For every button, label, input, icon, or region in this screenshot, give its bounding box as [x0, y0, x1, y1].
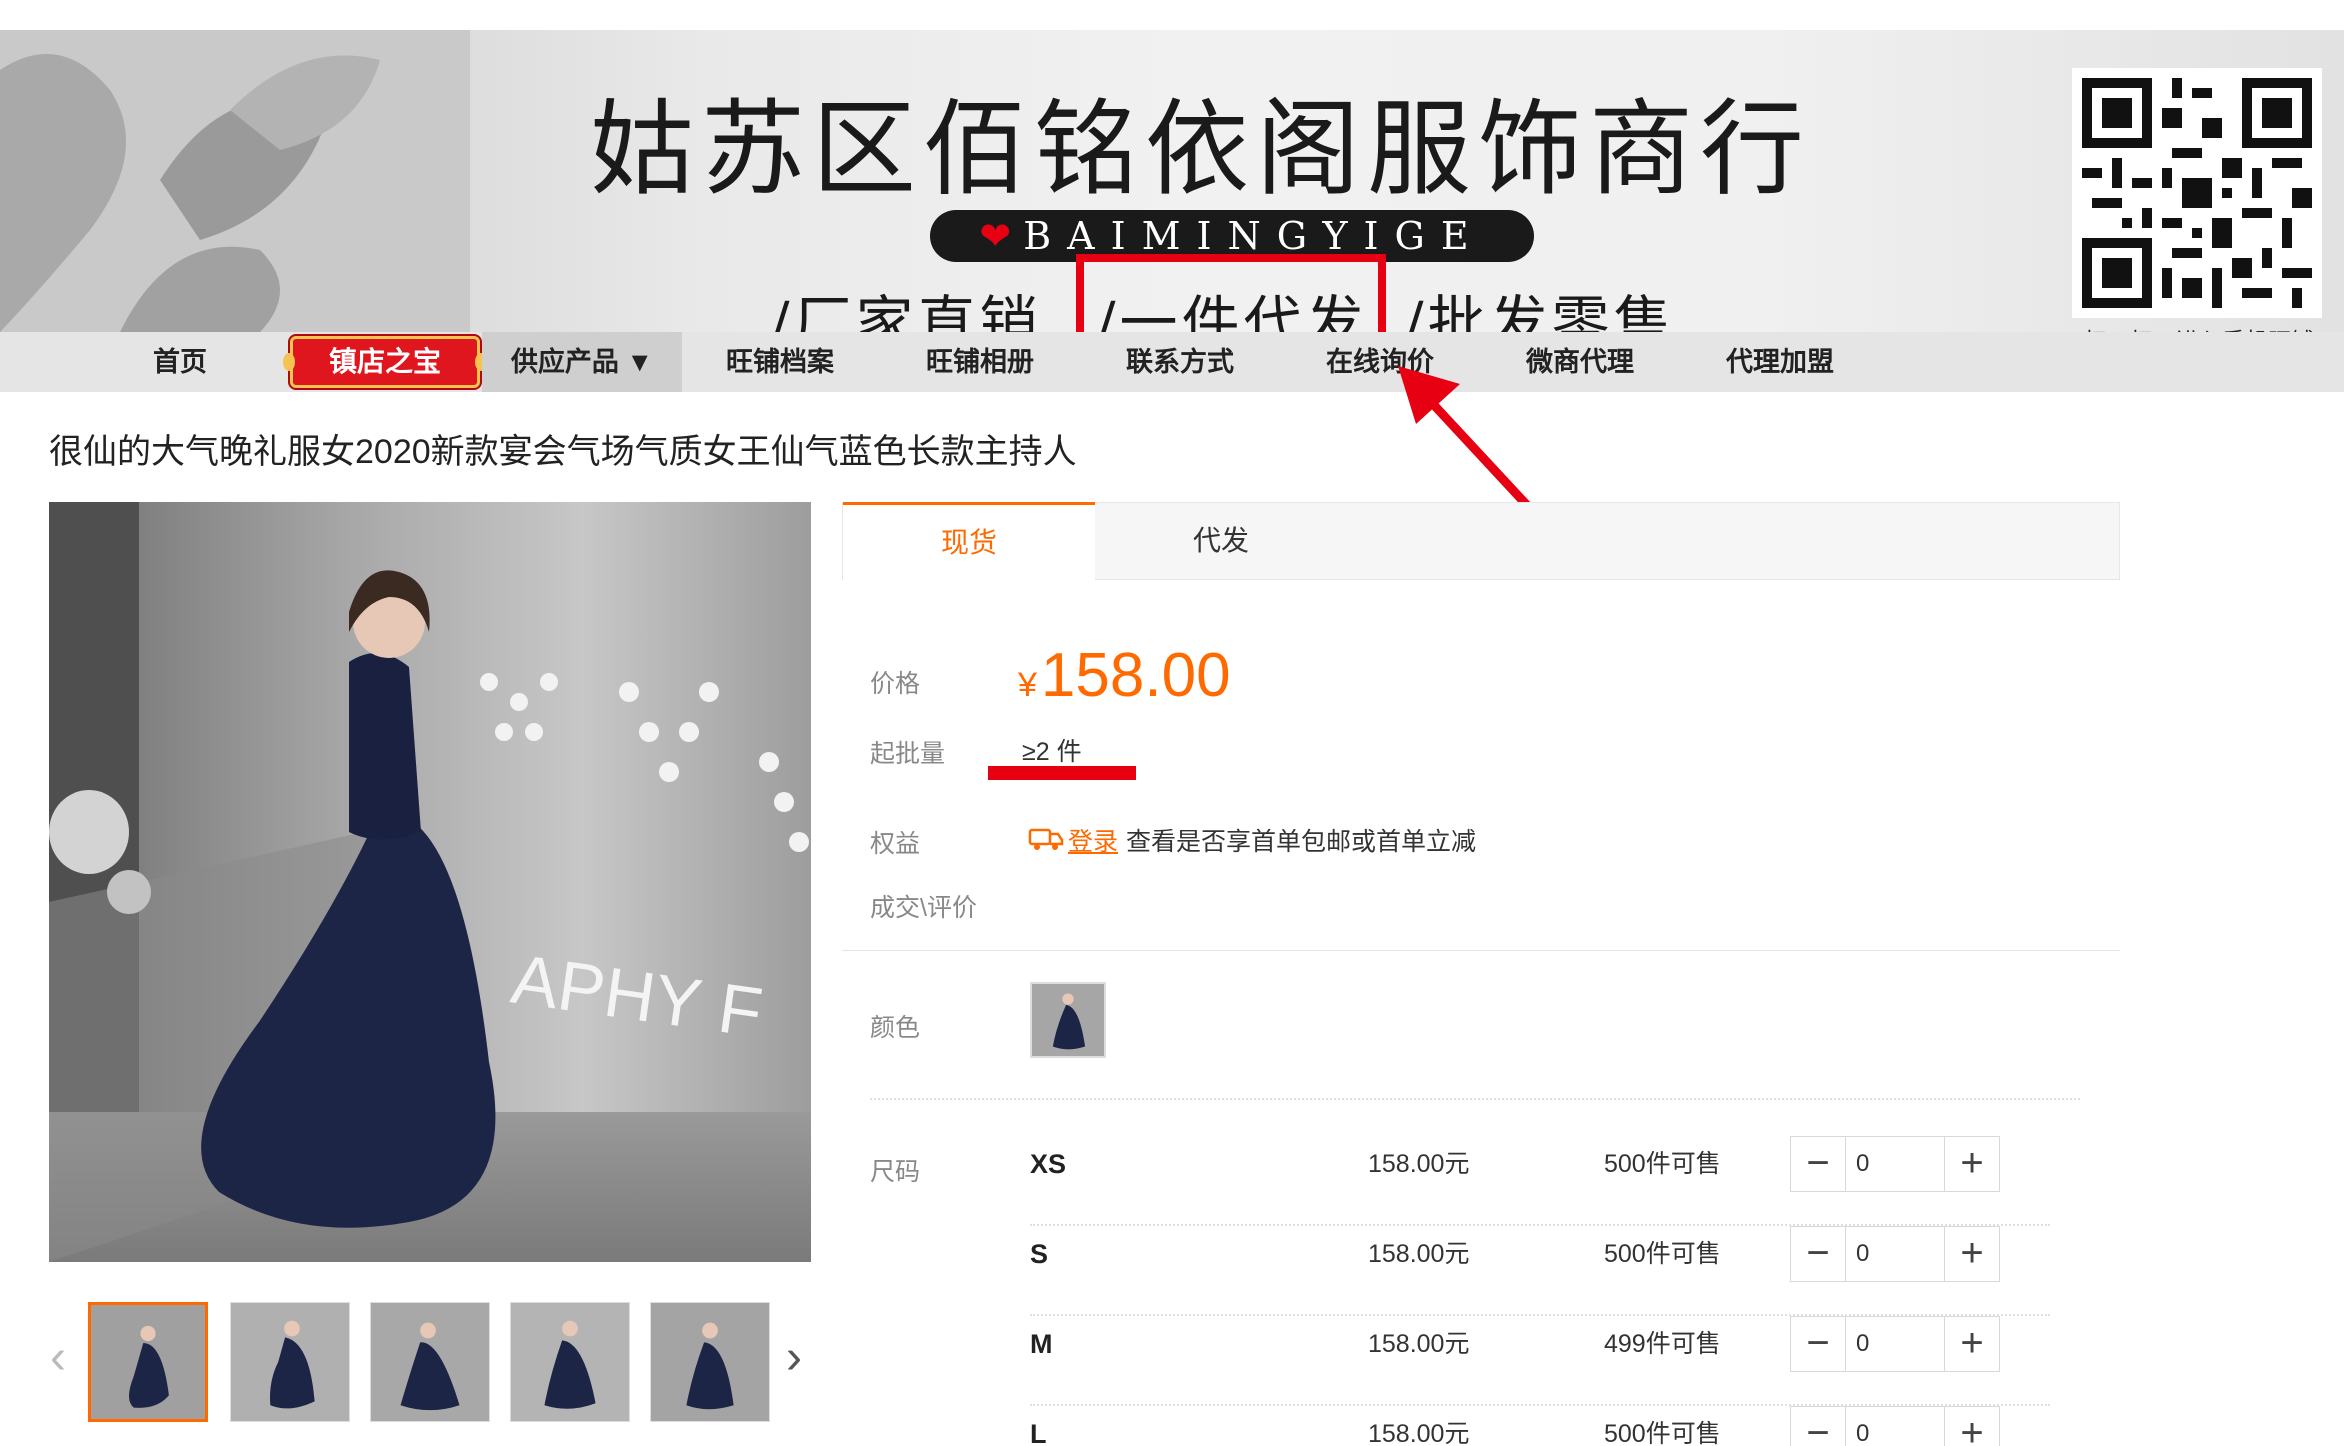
product-title: 很仙的大气晚礼服女2020新款宴会气场气质女王仙气蓝色长款主持人 — [49, 433, 1077, 471]
size-name: M — [1030, 1329, 1053, 1359]
thumbnail-1[interactable] — [88, 1302, 208, 1422]
quantity-stepper: − + — [1790, 1226, 2000, 1282]
quantity-input[interactable] — [1846, 1137, 1944, 1191]
annotation-highlight-box — [1076, 254, 1386, 332]
plus-icon[interactable]: + — [1944, 1137, 1999, 1191]
deals-reviews-label: 成交\评价 — [870, 894, 977, 922]
tagline-wholesale-retail: /批发零售 — [1404, 289, 1676, 332]
size-stock: 500件可售 — [1604, 1150, 1721, 1178]
plus-icon[interactable]: + — [1944, 1317, 1999, 1371]
tab-dropship[interactable]: 代发 — [1095, 503, 1347, 579]
chevron-left-icon[interactable]: ‹ — [50, 1330, 66, 1385]
size-stock: 500件可售 — [1604, 1420, 1721, 1446]
thumbnail-5[interactable] — [650, 1302, 770, 1422]
size-stock: 499件可售 — [1604, 1330, 1721, 1358]
plus-icon[interactable]: + — [1944, 1407, 1999, 1446]
product-main-image[interactable]: APHY F — [49, 502, 811, 1262]
nav-contact[interactable]: 联系方式 — [1100, 332, 1260, 392]
quantity-input[interactable] — [1846, 1317, 1944, 1371]
nav-home[interactable]: 首页 — [110, 332, 250, 392]
thumbnail-2[interactable] — [230, 1302, 350, 1422]
login-link[interactable]: 登录 — [1068, 822, 1118, 858]
minus-icon[interactable]: − — [1791, 1227, 1846, 1281]
moq-value: ≥2 件 — [1022, 738, 1082, 766]
nav-franchise[interactable]: 代理加盟 — [1700, 332, 1860, 392]
nav-featured-badge[interactable]: 镇店之宝 — [283, 336, 487, 388]
tab-in-stock[interactable]: 现货 — [843, 502, 1095, 581]
moq-label: 起批量 — [870, 740, 946, 768]
size-label: 尺码 — [870, 1158, 921, 1186]
chevron-right-icon[interactable]: › — [786, 1330, 802, 1385]
brand-name-en: BAIMINGYIGE — [1023, 214, 1485, 258]
section-divider — [842, 950, 2120, 951]
annotation-underline — [988, 766, 1136, 780]
shop-name: 姑苏区佰铭依阁服饰商行 — [590, 88, 1812, 210]
currency-symbol: ¥ — [1018, 666, 1037, 704]
shop-qr-code[interactable] — [2072, 68, 2322, 318]
nav-products-dropdown[interactable]: 供应产品 ▼ — [482, 332, 682, 392]
size-row: S 158.00元 500件可售 − + — [1030, 1226, 2050, 1316]
size-row: XS 158.00元 500件可售 − + — [1030, 1136, 2050, 1226]
purchase-mode-tabs: 现货 代发 — [842, 502, 2120, 581]
quantity-input[interactable] — [1846, 1407, 1944, 1446]
plus-icon[interactable]: + — [1944, 1227, 1999, 1281]
color-swatch[interactable] — [1030, 982, 1106, 1058]
nav-shop-album[interactable]: 旺铺相册 — [900, 332, 1060, 392]
size-row: L 158.00元 500件可售 − + — [1030, 1406, 2050, 1446]
thumbnail-3[interactable] — [370, 1302, 490, 1422]
shop-banner: 姑苏区佰铭依阁服饰商行 ❤ BAIMINGYIGE /厂家直销/一件代发/批发零… — [0, 30, 2344, 332]
quantity-input[interactable] — [1846, 1227, 1944, 1281]
benefit-label: 权益 — [870, 830, 921, 858]
price-label: 价格 — [870, 670, 921, 698]
dotted-divider — [870, 1098, 2080, 1100]
size-stock: 500件可售 — [1604, 1240, 1721, 1268]
thumbnail-4[interactable] — [510, 1302, 630, 1422]
quantity-stepper: − + — [1790, 1136, 2000, 1192]
minus-icon[interactable]: − — [1791, 1137, 1846, 1191]
qr-caption: 扫一扫，进入手机旺铺 — [2068, 322, 2330, 332]
size-price: 158.00元 — [1368, 1420, 1470, 1446]
size-name: S — [1030, 1239, 1049, 1269]
minus-icon[interactable]: − — [1791, 1317, 1846, 1371]
shop-nav: 首页 镇店之宝 供应产品 ▼ 旺铺档案 旺铺相册 联系方式 在线询价 微商代理 … — [0, 332, 2344, 392]
size-name: L — [1030, 1419, 1047, 1446]
size-name: XS — [1030, 1149, 1067, 1179]
tagline-factory-direct: /厂家直销 — [770, 289, 1042, 332]
price-amount: 158.00 — [1040, 641, 1231, 710]
benefit-text: 查看是否享首单包邮或首单立减 — [1126, 828, 1477, 856]
quantity-stepper: − + — [1790, 1406, 2000, 1446]
size-price: 158.00元 — [1368, 1150, 1470, 1178]
size-price: 158.00元 — [1368, 1330, 1470, 1358]
size-row: M 158.00元 499件可售 − + — [1030, 1316, 2050, 1406]
quantity-stepper: − + — [1790, 1316, 2000, 1372]
plant-decoration — [0, 30, 470, 332]
minus-icon[interactable]: − — [1791, 1407, 1846, 1446]
color-label: 颜色 — [870, 1014, 921, 1042]
nav-shop-profile[interactable]: 旺铺档案 — [700, 332, 860, 392]
size-price: 158.00元 — [1368, 1240, 1470, 1268]
price-value: ¥158.00 — [1018, 640, 1231, 711]
coupon-truck-icon — [1028, 828, 1064, 850]
heart-icon: ❤ — [979, 214, 1012, 258]
